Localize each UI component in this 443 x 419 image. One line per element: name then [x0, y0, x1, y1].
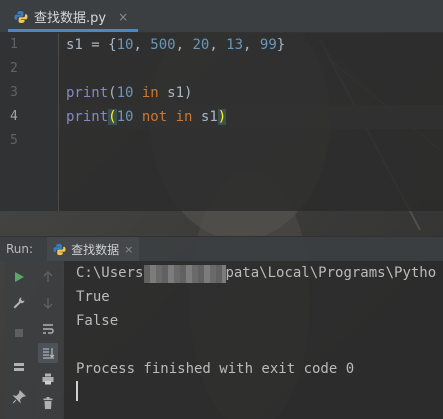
- code-keyword: in: [133, 85, 168, 101]
- print-button[interactable]: [38, 369, 58, 389]
- console-command-line: C:\Users pata\Local\Programs\Pytho: [76, 261, 436, 285]
- code-number: 10: [116, 109, 134, 125]
- console-caret: [76, 381, 78, 401]
- run-config-tab[interactable]: 查找数据 ×: [47, 237, 140, 261]
- arrow-up-icon: [43, 270, 53, 282]
- code-number: 13: [226, 37, 244, 53]
- code-brace: }: [276, 37, 286, 53]
- editor-tab-bar: 查找数据.py ×: [0, 0, 443, 33]
- console-output-line: True: [76, 289, 110, 305]
- layout-icon: [14, 363, 24, 371]
- code-builtin: print: [66, 85, 109, 101]
- stop-button[interactable]: [9, 323, 29, 343]
- code-paren-matched: (: [108, 109, 117, 125]
- code-number: 10: [116, 37, 134, 53]
- run-console-output[interactable]: C:\Users pata\Local\Programs\Pytho True F…: [64, 261, 443, 419]
- line-number-current: 4: [10, 109, 18, 124]
- code-separator: ,: [133, 37, 151, 53]
- code-number: 99: [259, 37, 277, 53]
- console-exit-message: Process finished with exit code 0: [76, 361, 355, 377]
- run-toolbar-secondary: [34, 261, 62, 419]
- stop-icon: [15, 329, 23, 337]
- run-tab-label: 查找数据: [71, 242, 120, 257]
- rerun-button[interactable]: [9, 267, 29, 287]
- arrow-down-icon: [43, 298, 53, 310]
- close-icon[interactable]: ×: [124, 243, 133, 256]
- play-icon: [15, 272, 24, 282]
- tab-filename: 查找数据.py: [34, 11, 107, 26]
- line-number-gutter: 1 2 3 4 5: [0, 33, 59, 211]
- code-number: 10: [116, 85, 134, 101]
- code-separator: ,: [209, 37, 227, 53]
- python-file-icon: [53, 243, 66, 255]
- scroll-to-end-button[interactable]: [38, 343, 58, 363]
- pin-tab-button[interactable]: [9, 387, 29, 407]
- console-path-suffix: pata\Local\Programs\Pytho: [225, 265, 437, 281]
- soft-wrap-icon: [43, 324, 54, 334]
- wrench-icon: [13, 297, 25, 309]
- code-separator: ,: [175, 37, 193, 53]
- scroll-up-button[interactable]: [38, 267, 58, 287]
- console-output-line: False: [76, 313, 119, 329]
- code-variable: s1: [167, 85, 185, 101]
- code-operator: = {: [82, 37, 117, 53]
- code-keyword: not in: [133, 109, 201, 125]
- code-number: 500: [150, 37, 176, 53]
- code-paren: (: [108, 85, 117, 101]
- trash-icon: [43, 397, 53, 409]
- line-number: 1: [10, 37, 18, 52]
- code-editor[interactable]: 1 2 3 4 5 s1 = {10, 500, 20, 13, 99} pri…: [0, 33, 443, 211]
- scroll-to-end-icon: [43, 348, 55, 359]
- run-toolbar-primary: [5, 261, 33, 419]
- layout-button[interactable]: [9, 357, 29, 377]
- clear-all-button[interactable]: [38, 393, 58, 413]
- python-file-icon: [14, 10, 28, 23]
- print-icon: [42, 373, 54, 385]
- pin-icon: [12, 390, 26, 404]
- scroll-down-button[interactable]: [38, 293, 58, 313]
- run-tool-window-header: Run: 查找数据 ×: [0, 236, 443, 261]
- editor-tab-active[interactable]: 查找数据.py ×: [8, 4, 138, 32]
- code-number: 20: [192, 37, 210, 53]
- line-number: 5: [10, 133, 18, 148]
- code-variable: s1: [200, 109, 218, 125]
- code-line-3: print(10 in s1): [66, 81, 192, 105]
- redacted-username: [144, 265, 226, 283]
- console-path-prefix: C:\Users: [76, 265, 144, 281]
- code-line-1: s1 = {10, 500, 20, 13, 99}: [66, 33, 285, 57]
- code-builtin: print: [66, 109, 109, 125]
- close-icon[interactable]: ×: [118, 10, 128, 24]
- run-title: Run:: [6, 242, 34, 256]
- soft-wrap-button[interactable]: [38, 319, 58, 339]
- edit-configuration-button[interactable]: [9, 293, 29, 313]
- line-number: 3: [10, 85, 18, 100]
- code-variable: s1: [66, 37, 83, 53]
- code-paren: ): [184, 85, 193, 101]
- code-line-4: print(10 not in s1): [66, 105, 227, 129]
- line-number: 2: [10, 61, 18, 76]
- code-separator: ,: [243, 37, 260, 53]
- code-paren-matched: ): [217, 109, 227, 125]
